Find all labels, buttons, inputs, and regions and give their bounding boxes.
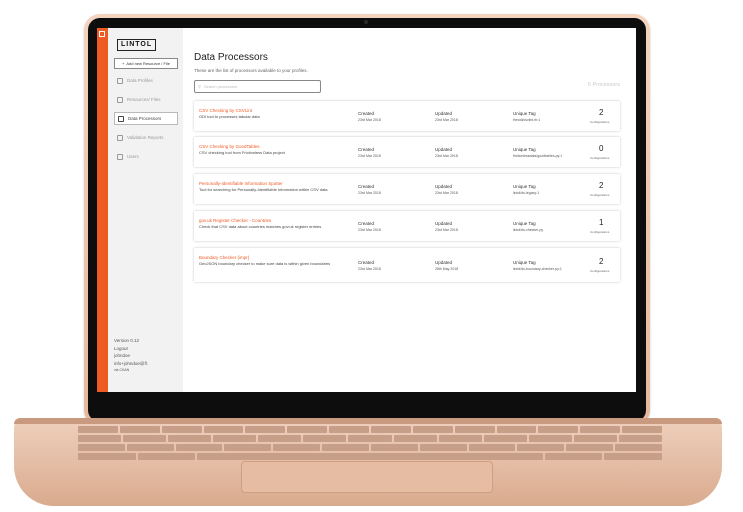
search-input[interactable]: ⚲ Search processors (194, 80, 321, 93)
configurations-label: Configurations (590, 120, 610, 124)
created-label: Created (358, 260, 375, 265)
sidebar-item-label: Data Profiles (127, 78, 153, 83)
processor-name[interactable]: CSV Checking by GoodTables (199, 144, 260, 149)
webcam (364, 20, 368, 24)
sidebar-item-data-profiles[interactable]: Data Profiles (114, 74, 178, 87)
updated-label: Updated (435, 184, 453, 189)
unique-tag: lintol/ds-boundary-checker-py:1 (513, 267, 562, 271)
sidebar-item-users[interactable]: Users (114, 150, 178, 163)
app-square-icon[interactable] (99, 31, 105, 37)
processor-description: GeoJSON boundary checker to make sure da… (199, 261, 331, 266)
updated-date: 26th May 2018 (435, 267, 459, 271)
created-date: 23rd Mar 2018 (358, 118, 381, 122)
sidebar-item-label: Users (127, 154, 139, 159)
processor-card[interactable]: gov.uk Register Checker - Countries Chec… (194, 211, 620, 241)
processor-card[interactable]: CSV Checking by GoodTables CSV checking … (194, 137, 620, 167)
updated-label: Updated (435, 260, 453, 265)
configuration-count: 1 (599, 218, 604, 227)
created-label: Created (358, 111, 375, 116)
updated-date: 23rd Mar 2018 (435, 228, 458, 232)
users-icon (117, 153, 123, 160)
search-icon: ⚲ (198, 84, 201, 89)
sidebar-item-resources-files[interactable]: Resources/ Files (114, 93, 178, 106)
configurations-label: Configurations (590, 269, 610, 273)
configuration-count: 2 (599, 257, 604, 266)
processor-name[interactable]: Boundary Checker (impr) (199, 255, 249, 260)
sidebar-item-label: Validation Reports (127, 135, 164, 140)
processor-description: Tool for searching for Personally-Identi… (199, 187, 328, 192)
configuration-count: 0 (599, 144, 604, 153)
page-title: Data Processors (194, 52, 268, 63)
unique-tag: frictionlessdata/goodtables-py:1 (513, 154, 563, 158)
database-icon (117, 77, 123, 84)
sidebar-item-label: Resources/ Files (127, 97, 161, 102)
created-label: Created (358, 147, 375, 152)
user-email: info+johndoe@fl. (114, 360, 148, 366)
created-date: 23rd Mar 2018 (358, 228, 381, 232)
updated-date: 23rd Mar 2018 (435, 118, 458, 122)
brand-bar (97, 28, 108, 392)
files-icon (117, 96, 123, 103)
created-date: 23rd Mar 2018 (358, 267, 381, 271)
laptop-hinge (14, 418, 722, 424)
updated-label: Updated (435, 111, 453, 116)
updated-date: 23rd Mar 2018 (435, 154, 458, 158)
processor-card[interactable]: Boundary Checker (impr) GeoJSON boundary… (194, 248, 620, 282)
updated-date: 23rd Mar 2018 (435, 191, 458, 195)
sidebar-item-data-processors[interactable]: Data Processors (114, 112, 178, 125)
sidebar: LINTOL + Add new Resource / File Data Pr… (108, 28, 183, 392)
tag-label: Unique Tag (513, 147, 536, 152)
processor-description: CSV checking tool from Frictionless Data… (199, 150, 285, 155)
user-name: johndoe (114, 353, 131, 358)
version-label: Version 0.12 (114, 338, 140, 343)
created-date: 23rd Mar 2018 (358, 154, 381, 158)
sidebar-item-validation-reports[interactable]: Validation Reports (114, 131, 178, 144)
created-label: Created (358, 184, 375, 189)
main-content: Data Processors These are the list of pr… (183, 28, 636, 392)
configurations-label: Configurations (590, 156, 610, 160)
tag-label: Unique Tag (513, 221, 536, 226)
processor-description: ODI tool to processes tabular data (199, 114, 260, 119)
sidebar-footer: Version 0.12 Logout johndoe info+johndoe… (114, 337, 148, 375)
report-icon (117, 134, 123, 141)
lintol-logo[interactable]: LINTOL (117, 39, 157, 51)
auth-provider: via CKAN (114, 368, 130, 372)
processor-name[interactable]: gov.uk Register Checker - Countries (199, 218, 271, 223)
add-resource-button[interactable]: + Add new Resource / File (114, 58, 178, 69)
processor-description: Check that CSV data about countries matc… (199, 224, 322, 229)
processor-card[interactable]: Personally-Identifiable Information Spot… (194, 174, 620, 204)
configurations-label: Configurations (590, 230, 610, 234)
created-label: Created (358, 221, 375, 226)
updated-label: Updated (435, 221, 453, 226)
app-screen: LINTOL + Add new Resource / File Data Pr… (97, 28, 636, 392)
configuration-count: 2 (599, 181, 604, 190)
tag-label: Unique Tag (513, 184, 536, 189)
trackpad (241, 461, 493, 493)
processor-name[interactable]: Personally-Identifiable Information Spot… (199, 181, 283, 186)
created-date: 23rd Mar 2018 (358, 191, 381, 195)
processor-card[interactable]: CSV Checking by CSVLint ODI tool to proc… (194, 101, 620, 131)
updated-label: Updated (435, 147, 453, 152)
page-subtitle: These are the list of processors availab… (194, 68, 308, 73)
unique-tag: lintol/ds-checker-py (513, 228, 544, 232)
unique-tag: theodi/csvlint.rb:1 (513, 118, 541, 122)
unique-tag: lintol/ds-legacy:1 (513, 191, 540, 195)
processor-icon (118, 115, 124, 122)
logout-link[interactable]: Logout (114, 345, 148, 353)
tag-label: Unique Tag (513, 111, 536, 116)
configuration-count: 2 (599, 108, 604, 117)
processor-count: 5 Processors (587, 82, 620, 88)
keyboard (78, 426, 663, 462)
sidebar-item-label: Data Processors (128, 116, 162, 121)
processor-name[interactable]: CSV Checking by CSVLint (199, 108, 252, 113)
add-resource-label: Add new Resource / File (126, 61, 170, 66)
tag-label: Unique Tag (513, 260, 536, 265)
plus-icon: + (122, 61, 125, 66)
configurations-label: Configurations (590, 193, 610, 197)
search-placeholder: Search processors (203, 84, 238, 89)
